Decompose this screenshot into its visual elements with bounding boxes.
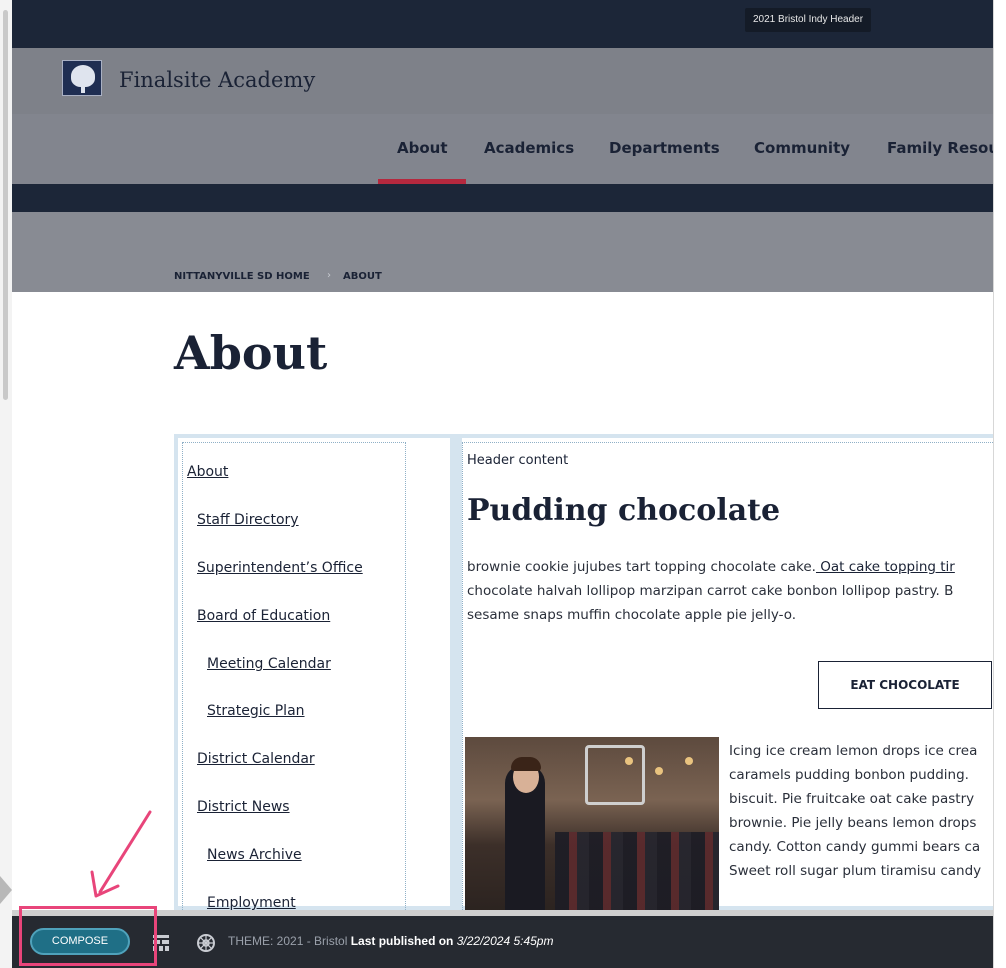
para-line: Icing ice cream lemon drops ice crea [729,743,978,759]
section-heading: Pudding chocolate [467,493,781,528]
nav-item-community[interactable]: Community [754,139,850,157]
compose-toolbar: COMPOSE THEME: 2021 - Bristol Last publi… [12,916,993,968]
breadcrumb-home-link[interactable]: NITTANYVILLE SD HOME [174,271,310,282]
top-strip: 2021 Bristol Indy Header [12,0,993,48]
body-paragraph: Icing ice cream lemon drops ice crea car… [729,739,981,883]
annotation-arrow-icon [90,810,152,898]
sidebar-nav: About Staff Directory Superintendent’s O… [182,442,406,914]
brand-header: Finalsite Academy [12,48,993,114]
intro-paragraph: brownie cookie jujubes tart topping choc… [467,555,997,627]
breadcrumb-current: ABOUT [343,271,382,282]
sidebar-item-superintendents-office[interactable]: Superintendent’s Office [197,560,363,576]
para-line: Sweet roll sugar plum tiramisu candy [729,863,982,879]
column-divider [450,438,462,914]
para-text: brownie cookie jujubes tart topping choc… [467,559,816,575]
para-line: caramels pudding bonbon pudding. [729,767,969,783]
published-date: 3/22/2024 5:45pm [456,934,554,948]
sidebar-item-strategic-plan[interactable]: Strategic Plan [207,703,305,719]
eat-chocolate-button[interactable]: EAT CHOCOLATE [818,661,992,709]
para-text: sesame snaps muffin chocolate apple pie … [467,607,797,623]
theme-prefix: THEME: [228,934,274,948]
nav-item-about[interactable]: About [397,139,448,157]
sidebar-item-staff-directory[interactable]: Staff Directory [197,512,299,528]
sidebar-item-employment[interactable]: Employment [207,895,296,911]
para-line: brownie. Pie jelly beans lemon drops [729,815,977,831]
page-title: About [174,326,328,380]
nav-item-family-resources[interactable]: Family Resou [887,139,999,157]
expand-caret-icon[interactable] [0,876,12,904]
right-scrollbar[interactable] [993,0,1006,968]
sidebar-item-news-archive[interactable]: News Archive [207,847,302,863]
header-tooltip: 2021 Bristol Indy Header [745,8,872,32]
theme-status: THEME: 2021 - Bristol Last published on … [228,934,553,948]
para-line: biscuit. Pie fruitcake oat cake pastry [729,791,975,807]
published-label: Last published on [350,934,457,948]
main-nav: About Academics Departments Community Fa… [12,114,999,184]
theme-icon[interactable] [196,933,216,953]
sidebar-item-meeting-calendar[interactable]: Meeting Calendar [207,656,331,672]
scrollbar-thumb[interactable] [3,10,8,400]
sidebar-item-about[interactable]: About [187,464,228,480]
main-content: Header content Pudding chocolate brownie… [462,442,997,914]
nav-item-academics[interactable]: Academics [484,139,574,157]
sidebar-item-district-news[interactable]: District News [197,799,290,815]
brand-name[interactable]: Finalsite Academy [119,68,315,92]
nav-item-departments[interactable]: Departments [609,139,720,157]
annotation-highlight [19,906,157,966]
breadcrumb: NITTANYVILLE SD HOME › ABOUT [12,212,993,292]
content-frame: About Staff Directory Superintendent’s O… [174,434,997,914]
theme-name: 2021 - Bristol [273,934,351,948]
sidebar-item-board-of-education[interactable]: Board of Education [197,608,330,624]
para-line: candy. Cotton candy gummi bears ca [729,839,981,855]
student-photo [465,737,719,913]
nav-bottom-strip [12,184,993,212]
para-text: chocolate halvah lollipop marzipan carro… [467,583,954,599]
left-scrollbar[interactable] [0,0,12,968]
tree-logo-icon[interactable] [62,60,102,96]
sidebar-item-district-calendar[interactable]: District Calendar [197,751,315,767]
breadcrumb-separator: › [327,270,331,281]
inline-link[interactable]: Oat cake topping tir [816,559,955,575]
header-content-label: Header content [467,453,569,468]
